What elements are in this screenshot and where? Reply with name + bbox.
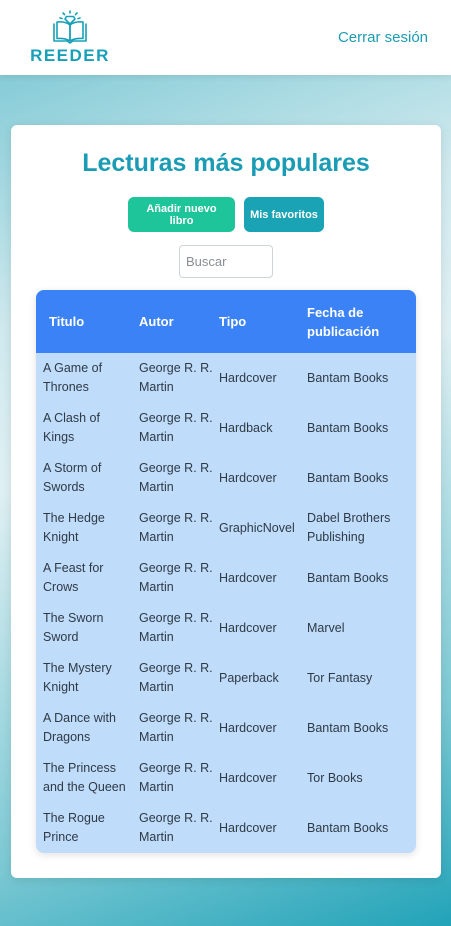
cell-type: Hardcover — [219, 770, 277, 785]
column-header-author[interactable]: Autor — [133, 290, 213, 353]
open-book-with-diamond-icon — [53, 10, 87, 44]
table-row[interactable]: A Storm of Swords George R. R. Martin Ha… — [36, 453, 416, 503]
cell-type: GraphicNovel — [219, 520, 295, 535]
cell-type: Hardcover — [219, 720, 277, 735]
cell-title: The Sworn Sword — [43, 611, 104, 644]
cell-title: A Clash of Kings — [43, 411, 100, 444]
cell-title: The Rogue Prince — [43, 811, 105, 844]
table-row[interactable]: A Game of Thrones George R. R. Martin Ha… — [36, 353, 416, 403]
logo-text: REEDER — [30, 46, 110, 65]
column-header-publication[interactable]: Fecha de publicación — [301, 290, 416, 353]
cell-type: Hardback — [219, 420, 273, 435]
cell-author: George R. R. Martin — [139, 511, 213, 544]
cell-type: Hardcover — [219, 570, 277, 585]
main-card: Lecturas más populares Añadir nuevo libr… — [11, 125, 441, 878]
cell-title: A Storm of Swords — [43, 461, 102, 494]
table-header-row: Titulo Autor Tipo Fecha de publicación — [36, 290, 416, 353]
cell-publisher: Bantam Books — [307, 470, 389, 485]
favorites-button[interactable]: Mis favoritos — [244, 197, 324, 232]
table-body: A Game of Thrones George R. R. Martin Ha… — [36, 353, 416, 853]
cell-author: George R. R. Martin — [139, 411, 213, 444]
cell-type: Hardcover — [219, 370, 277, 385]
cell-author: George R. R. Martin — [139, 661, 213, 694]
cell-publisher: Tor Fantasy — [307, 670, 373, 685]
table-row[interactable]: A Dance with Dragons George R. R. Martin… — [36, 703, 416, 753]
cell-type: Hardcover — [219, 820, 277, 835]
cell-author: George R. R. Martin — [139, 461, 213, 494]
table-row[interactable]: A Feast for Crows George R. R. Martin Ha… — [36, 553, 416, 603]
cell-publisher: Bantam Books — [307, 420, 389, 435]
search-input[interactable] — [179, 245, 273, 278]
cell-author: George R. R. Martin — [139, 761, 213, 794]
cell-publisher: Tor Books — [307, 770, 363, 785]
page-title: Lecturas más populares — [82, 149, 370, 177]
cell-author: George R. R. Martin — [139, 611, 213, 644]
column-header-type[interactable]: Tipo — [213, 290, 301, 353]
top-bar: REEDER Cerrar sesión — [0, 0, 451, 75]
cell-title: The Hedge Knight — [43, 511, 105, 544]
cell-title: A Feast for Crows — [43, 561, 104, 594]
table-header: Titulo Autor Tipo Fecha de publicación — [36, 290, 416, 353]
table-row[interactable]: The Sworn Sword George R. R. Martin Hard… — [36, 603, 416, 653]
cell-author: George R. R. Martin — [139, 361, 213, 394]
table-row[interactable]: The Rogue Prince George R. R. Martin Har… — [36, 803, 416, 853]
cell-author: George R. R. Martin — [139, 711, 213, 744]
table-row[interactable]: The Princess and the Queen George R. R. … — [36, 753, 416, 803]
cell-publisher: Bantam Books — [307, 720, 389, 735]
table-row[interactable]: The Hedge Knight George R. R. Martin Gra… — [36, 503, 416, 553]
cell-type: Paperback — [219, 670, 279, 685]
cell-title: A Game of Thrones — [43, 361, 103, 394]
cell-publisher: Dabel Brothers Publishing — [307, 511, 391, 544]
cell-type: Hardcover — [219, 470, 277, 485]
cell-publisher: Bantam Books — [307, 820, 389, 835]
books-table: Titulo Autor Tipo Fecha de publicación A… — [36, 290, 416, 853]
cell-author: George R. R. Martin — [139, 811, 213, 844]
logo[interactable]: REEDER — [30, 10, 110, 68]
books-table-container: Titulo Autor Tipo Fecha de publicación A… — [36, 290, 416, 853]
cell-title: The Mystery Knight — [43, 661, 112, 694]
cell-title: A Dance with Dragons — [43, 711, 116, 744]
logout-link[interactable]: Cerrar sesión — [338, 29, 428, 46]
column-header-title[interactable]: Titulo — [36, 290, 133, 353]
cell-author: George R. R. Martin — [139, 561, 213, 594]
cell-publisher: Bantam Books — [307, 570, 389, 585]
cell-publisher: Marvel — [307, 620, 345, 635]
cell-publisher: Bantam Books — [307, 370, 389, 385]
cell-title: The Princess and the Queen — [43, 761, 126, 794]
add-book-button[interactable]: Añadir nuevo libro — [128, 197, 235, 232]
cell-type: Hardcover — [219, 620, 277, 635]
table-row[interactable]: The Mystery Knight George R. R. Martin P… — [36, 653, 416, 703]
table-row[interactable]: A Clash of Kings George R. R. Martin Har… — [36, 403, 416, 453]
